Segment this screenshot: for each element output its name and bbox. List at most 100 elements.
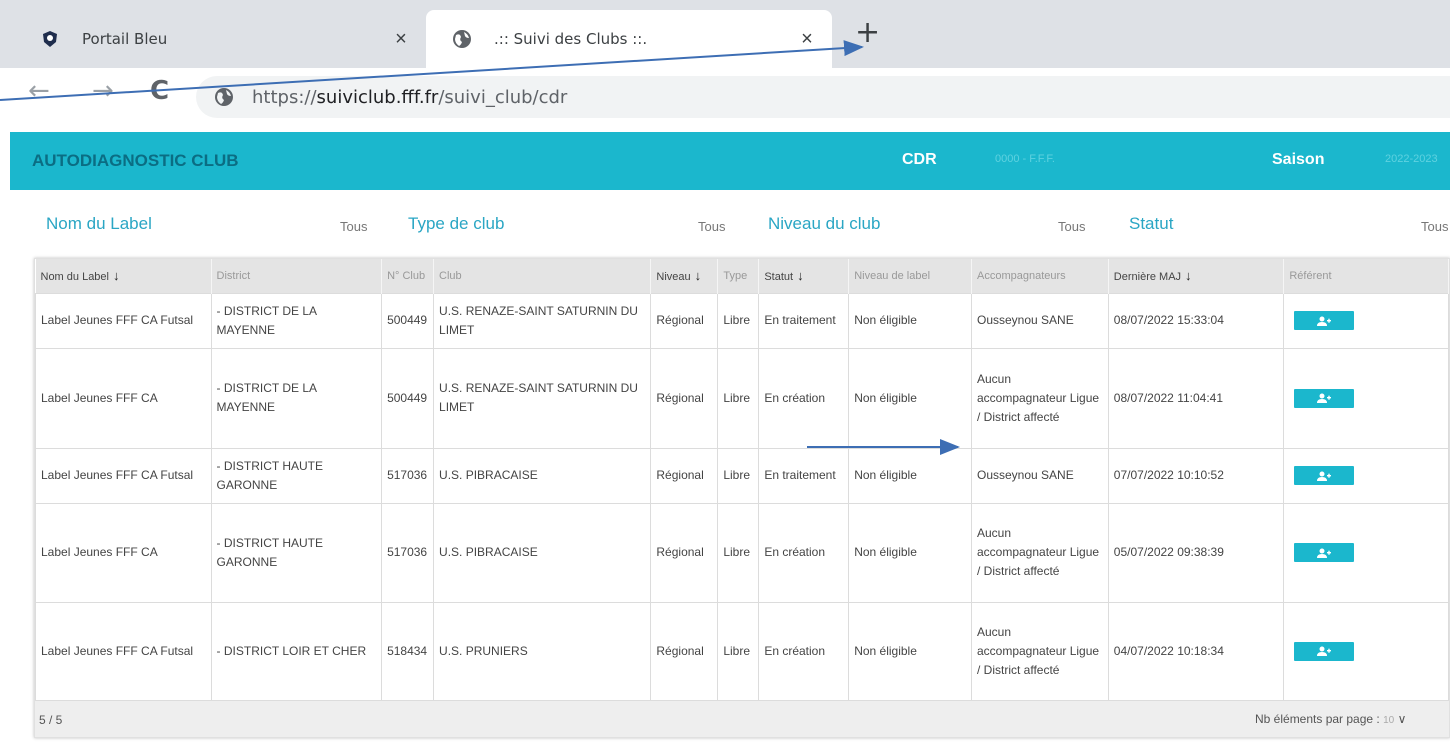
assign-referent-button[interactable] xyxy=(1294,311,1355,330)
cdr-label: CDR xyxy=(902,151,937,168)
cell-niveau: Régional xyxy=(650,601,719,701)
cell-nom-label: Label Jeunes FFF CA Futsal xyxy=(35,447,212,504)
table-row[interactable]: Label Jeunes FFF CA Futsal - DISTRICT LO… xyxy=(35,601,1449,701)
cell-referent xyxy=(1283,601,1449,701)
cell-type: Libre xyxy=(717,502,760,603)
globe-icon xyxy=(452,29,472,49)
url-text: https://suiviclub.fff.fr/suivi_club/cdr xyxy=(252,86,568,108)
cell-derniere-maj: 04/07/2022 10:18:34 xyxy=(1107,601,1285,701)
reload-button[interactable]: C xyxy=(150,76,169,106)
new-tab-button[interactable]: + xyxy=(855,18,880,48)
cell-district: - DISTRICT HAUTE GARONNE xyxy=(210,447,383,504)
cell-district: - DISTRICT DE LA MAYENNE xyxy=(210,347,383,449)
cell-accompagnateurs: Ousseynou SANE xyxy=(970,292,1109,349)
header-derniere-maj[interactable]: Dernière MAJ ↓ xyxy=(1108,259,1285,293)
cell-num-club: 500449 xyxy=(381,292,435,349)
cell-derniere-maj: 07/07/2022 10:10:52 xyxy=(1107,447,1285,504)
cell-niveau: Régional xyxy=(650,502,719,603)
header-niveau-label[interactable]: Niveau de label xyxy=(848,259,972,293)
cell-derniere-maj: 08/07/2022 15:33:04 xyxy=(1107,292,1285,349)
filter-statut[interactable]: Statut xyxy=(1129,214,1173,234)
site-info-icon[interactable] xyxy=(214,87,234,107)
assign-referent-button[interactable] xyxy=(1294,641,1355,661)
cell-niveau-label: Non éligible xyxy=(848,347,972,449)
table-row[interactable]: Label Jeunes FFF CA - DISTRICT DE LA MAY… xyxy=(35,347,1449,449)
cell-niveau-label: Non éligible xyxy=(848,502,972,603)
cell-club: U.S. PRUNIERS xyxy=(433,601,652,701)
cell-num-club: 517036 xyxy=(381,502,435,603)
sort-down-icon[interactable]: ↓ xyxy=(1185,268,1192,283)
close-tab-icon[interactable]: × xyxy=(386,28,416,51)
browser-tab-suivi-clubs[interactable]: .:: Suivi des Clubs ::. × xyxy=(426,10,832,68)
browser-tab-portail-bleu[interactable]: Portail Bleu × xyxy=(14,10,426,68)
sort-down-icon[interactable]: ↓ xyxy=(695,268,702,283)
cell-accompagnateurs: Aucun accompagnateur Ligue / District af… xyxy=(970,601,1109,701)
cell-club: U.S. PIBRACAISE xyxy=(433,447,652,504)
table-row[interactable]: Label Jeunes FFF CA Futsal - DISTRICT DE… xyxy=(35,292,1449,349)
cell-club: U.S. RENAZE-SAINT SATURNIN DU LIMET xyxy=(433,347,652,449)
cell-district: - DISTRICT HAUTE GARONNE xyxy=(210,502,383,603)
header-club[interactable]: Club xyxy=(433,259,652,293)
header-statut[interactable]: Statut ↓ xyxy=(758,259,850,293)
cell-accompagnateurs: Aucun accompagnateur Ligue / District af… xyxy=(970,502,1109,603)
cell-referent xyxy=(1283,447,1449,504)
forward-button[interactable]: → xyxy=(92,76,114,106)
portail-bleu-favicon-icon xyxy=(40,29,60,49)
page-size-selector[interactable]: Nb éléments par page : 10 ∨ xyxy=(1255,712,1406,726)
cell-type: Libre xyxy=(717,347,760,449)
cell-num-club: 517036 xyxy=(381,447,435,504)
cell-statut: En traitement xyxy=(758,447,850,504)
header-type[interactable]: Type xyxy=(717,259,760,293)
table-row[interactable]: Label Jeunes FFF CA Futsal - DISTRICT HA… xyxy=(35,447,1449,504)
header-district[interactable]: District xyxy=(211,259,383,293)
cell-statut: En création xyxy=(758,502,850,603)
cell-derniere-maj: 05/07/2022 09:38:39 xyxy=(1107,502,1285,603)
filter-niveau-club-value[interactable]: Tous xyxy=(1058,219,1085,234)
cell-nom-label: Label Jeunes FFF CA Futsal xyxy=(35,292,212,349)
assign-referent-button[interactable] xyxy=(1294,466,1355,485)
cell-district: - DISTRICT LOIR ET CHER xyxy=(210,601,383,701)
cell-referent xyxy=(1283,502,1449,603)
cell-niveau: Régional xyxy=(650,447,719,504)
cell-statut: En création xyxy=(758,347,850,449)
filter-type-club-value[interactable]: Tous xyxy=(698,219,725,234)
close-tab-icon[interactable]: × xyxy=(792,28,822,51)
header-referent[interactable]: Référent xyxy=(1283,259,1449,293)
cell-statut: En traitement xyxy=(758,292,850,349)
cell-club: U.S. PIBRACAISE xyxy=(433,502,652,603)
tab-title: .:: Suivi des Clubs ::. xyxy=(494,30,648,48)
address-bar[interactable]: https://suiviclub.fff.fr/suivi_club/cdr xyxy=(196,76,1450,118)
filter-niveau-club[interactable]: Niveau du club xyxy=(768,214,880,234)
header-num-club[interactable]: N° Club xyxy=(381,259,435,293)
filter-type-club[interactable]: Type de club xyxy=(408,214,504,234)
header-niveau[interactable]: Niveau ↓ xyxy=(650,259,719,293)
assign-referent-button[interactable] xyxy=(1294,388,1355,408)
cell-district: - DISTRICT DE LA MAYENNE xyxy=(210,292,383,349)
cell-nom-label: Label Jeunes FFF CA Futsal xyxy=(35,601,212,701)
filter-nom-label-value[interactable]: Tous xyxy=(340,219,367,234)
cell-num-club: 518434 xyxy=(381,601,435,701)
page-size-value[interactable]: 10 xyxy=(1383,715,1394,726)
chevron-down-icon[interactable]: ∨ xyxy=(1398,712,1407,726)
cell-referent xyxy=(1283,347,1449,449)
assign-referent-button[interactable] xyxy=(1294,543,1355,562)
sort-down-icon[interactable]: ↓ xyxy=(797,268,804,283)
header-accompagnateurs[interactable]: Accompagnateurs xyxy=(971,259,1109,293)
sort-down-icon[interactable]: ↓ xyxy=(113,268,120,283)
table-row[interactable]: Label Jeunes FFF CA - DISTRICT HAUTE GAR… xyxy=(35,502,1449,603)
cell-nom-label: Label Jeunes FFF CA xyxy=(35,347,212,449)
cell-niveau: Régional xyxy=(650,292,719,349)
cell-statut: En création xyxy=(758,601,850,701)
cdr-value: 0000 - F.F.F. xyxy=(995,153,1055,165)
cell-niveau-label: Non éligible xyxy=(848,601,972,701)
user-plus-icon xyxy=(1317,393,1332,403)
header-nom-label[interactable]: Nom du Label ↓ xyxy=(35,259,212,293)
cell-type: Libre xyxy=(717,447,760,504)
filter-nom-label[interactable]: Nom du Label xyxy=(46,214,152,234)
back-button[interactable]: ← xyxy=(28,76,50,106)
results-count: 5 / 5 xyxy=(39,713,63,727)
cell-referent xyxy=(1283,292,1449,349)
filter-statut-value[interactable]: Tous xyxy=(1421,219,1448,234)
user-plus-icon xyxy=(1317,471,1332,481)
tab-title: Portail Bleu xyxy=(82,30,168,48)
